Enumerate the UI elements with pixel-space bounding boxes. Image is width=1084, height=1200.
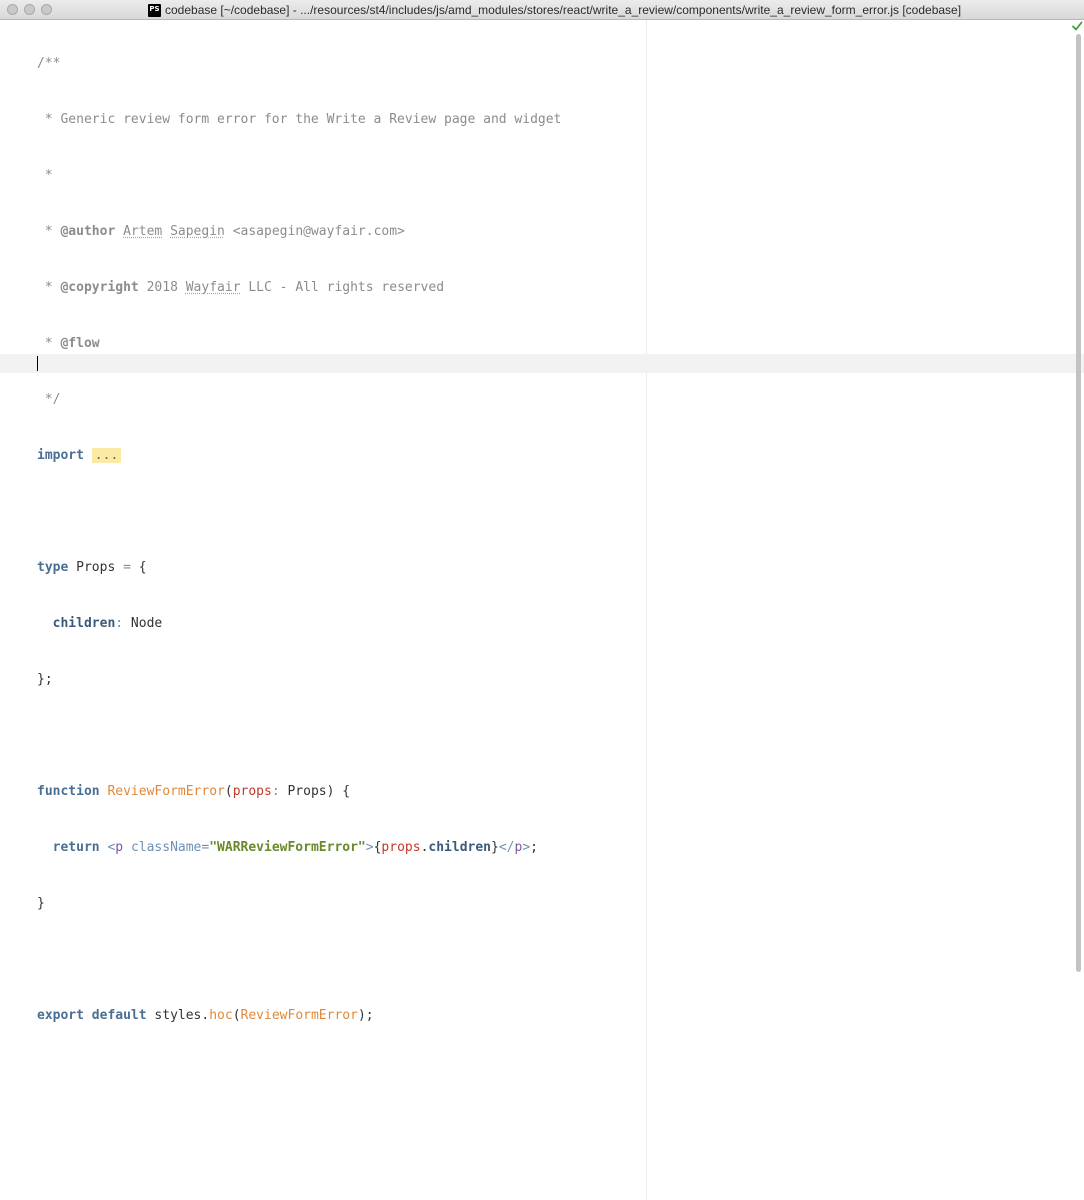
operator: : [115, 615, 124, 631]
spellcheck-word: Sapegin [170, 224, 225, 240]
code-line-10: type Props = { [37, 559, 561, 578]
punctuation: ); [357, 1007, 374, 1023]
identifier: styles. [146, 1007, 210, 1023]
punctuation: } [491, 839, 499, 855]
keyword: type [37, 559, 69, 575]
parameter: props [381, 839, 421, 855]
comment-text: /** [37, 56, 61, 72]
jsdoc-tag: @flow [60, 336, 100, 352]
phpstorm-app-icon: PS [148, 3, 161, 17]
code-line-12: }; [37, 671, 561, 690]
keyword: return [52, 839, 100, 855]
jsx-bracket: > [522, 839, 531, 855]
code-line-15: return <p className="WARReviewFormError"… [37, 839, 561, 858]
code-line-5: * @copyright 2018 Wayfair LLC - All righ… [37, 279, 561, 298]
punctuation: } [37, 895, 45, 911]
keyword: default [91, 1007, 147, 1023]
spellcheck-word: Artem [123, 224, 163, 240]
type-name: Node [123, 615, 163, 631]
property-name: children [428, 839, 492, 855]
keyword: function [37, 783, 100, 799]
code-editor[interactable]: /** * Generic review form error for the … [0, 20, 1084, 1200]
code-line-14: function ReviewFormError(props: Props) { [37, 783, 561, 802]
jsdoc-tag: @author [60, 224, 116, 240]
code-content[interactable]: /** * Generic review form error for the … [37, 18, 561, 1118]
spellcheck-word: Wayfair [185, 280, 241, 296]
punctuation: }; [37, 671, 53, 687]
function-name: ReviewFormError [240, 1007, 358, 1023]
right-margin-guide [646, 20, 647, 1200]
identifier: Props [68, 559, 124, 575]
comment-text: LLC - All rights reserved [240, 280, 445, 296]
type-name: Props) { [279, 783, 351, 799]
punctuation: { [130, 559, 147, 575]
scrollbar-thumb[interactable] [1076, 34, 1081, 972]
title-bar: PS codebase [~/codebase] - .../resources… [0, 0, 1084, 20]
comment-text: * [37, 168, 53, 184]
code-line-1: /** [37, 55, 561, 74]
comment-text: * Generic review form error for the Writ… [37, 112, 562, 128]
punctuation: ( [232, 1007, 241, 1023]
code-line-18: export default styles.hoc(ReviewFormErro… [37, 1007, 561, 1026]
comment-text: 2018 [138, 280, 186, 296]
parameter: props [232, 783, 272, 799]
jsx-attribute: className [130, 839, 202, 855]
function-name: ReviewFormError [107, 783, 225, 799]
string-literal: "WARReviewFormError" [209, 839, 366, 855]
code-line-8: import ... [37, 447, 561, 466]
code-line-4: * @author Artem Sapegin <asapegin@wayfai… [37, 223, 561, 242]
comment-text: * [37, 280, 61, 296]
keyword: export [37, 1007, 84, 1023]
jsdoc-tag: @copyright [60, 280, 139, 296]
jsx-bracket: > [365, 839, 374, 855]
ide-window: PS codebase [~/codebase] - .../resources… [0, 0, 1084, 1200]
operator: : [271, 783, 280, 799]
operator: = [123, 559, 131, 575]
vertical-scrollbar[interactable] [1073, 34, 1083, 972]
code-line-16: } [37, 895, 561, 914]
comment-text: <asapegin@wayfair.com> [224, 224, 405, 240]
folded-imports-toggle[interactable]: ... [91, 447, 122, 463]
window-title-group: PS codebase [~/codebase] - .../resources… [148, 2, 961, 18]
close-window-button[interactable] [7, 4, 18, 15]
jsx-bracket: </ [498, 839, 515, 855]
comment-text: * [37, 336, 61, 352]
zoom-window-button[interactable] [41, 4, 52, 15]
inspection-ok-check-icon[interactable] [1071, 20, 1083, 32]
code-line-7: */ [37, 391, 561, 410]
comment-text: */ [37, 392, 61, 408]
code-line-11: children: Node [37, 615, 561, 634]
comment-text [115, 224, 123, 239]
punctuation: ( [224, 783, 233, 799]
property-name: children [52, 615, 116, 631]
jsx-tag-name: p [115, 839, 124, 855]
window-title: codebase [~/codebase] - .../resources/st… [165, 3, 962, 17]
punctuation: ; [530, 839, 538, 855]
comment-text: * [37, 224, 61, 240]
code-line-6: * @flow [37, 335, 561, 354]
code-line-2: * Generic review form error for the Writ… [37, 111, 562, 130]
code-line-3: * [37, 167, 561, 186]
function-name: hoc [209, 1007, 233, 1023]
keyword: import [37, 447, 84, 463]
minimize-window-button[interactable] [24, 4, 35, 15]
comment-text [162, 224, 170, 239]
